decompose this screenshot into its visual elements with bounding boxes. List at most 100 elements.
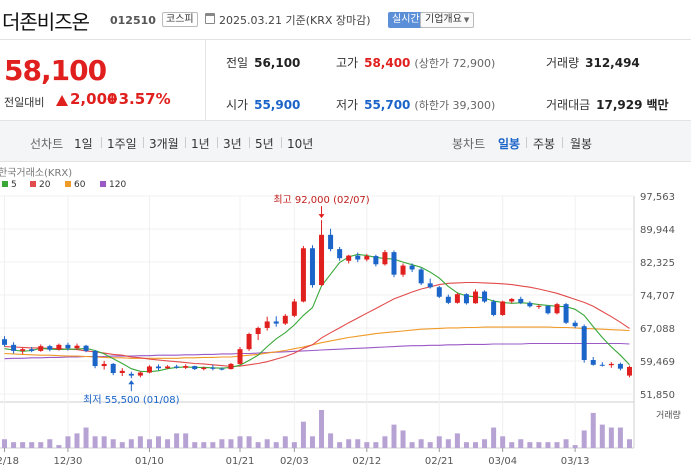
stat-prev: 전일 56,100 — [226, 54, 300, 71]
stat-high: 고가 58,400 (상한가 72,900) — [336, 54, 495, 71]
candle-chart-label: 봉차트 — [452, 137, 486, 151]
volume-bar — [473, 442, 478, 448]
candle-body — [92, 350, 98, 367]
volume-bar — [482, 439, 488, 448]
candle-body — [436, 287, 442, 297]
candle-body — [473, 291, 478, 304]
stat-volume-value: 312,494 — [585, 56, 640, 70]
volume-bar — [391, 424, 397, 448]
chart-grid: 97,563 89,944 82,325 74,707 67,088 59,469 51,8… — [0, 192, 681, 467]
tab-5y[interactable]: 5년 — [255, 135, 274, 152]
volume-bar — [56, 445, 62, 448]
candle-body — [482, 291, 488, 302]
tab-daily[interactable]: 일봉 — [498, 135, 520, 152]
price-stats: 전일 56,100 고가 58,400 (상한가 72,900) 거래량 312,494… — [205, 40, 691, 120]
volume-bar — [581, 430, 587, 448]
tab-monthly[interactable]: 월봉 — [570, 135, 592, 152]
tab-3m[interactable]: 3개월 — [149, 135, 179, 152]
volume-bar — [572, 445, 578, 448]
as-of-date: 2025.03.21 기준(KRX 장마감) — [219, 14, 371, 27]
x-tick-label: 02/21 — [425, 456, 454, 467]
volume-bar — [65, 436, 71, 448]
candle-body — [581, 326, 587, 360]
chart-period-tabs: 선차트 1일 1주일 3개월 1년 3년 5년 10년 봉차트 일봉 주봉 월봉 — [0, 120, 691, 162]
candle-body — [74, 345, 80, 349]
volume-bar — [128, 439, 134, 448]
tab-3y[interactable]: 3년 — [223, 135, 242, 152]
stat-open: 시가 55,900 — [226, 96, 300, 113]
volume-bar — [418, 439, 424, 448]
realtime-button[interactable]: 실시간 — [388, 12, 424, 28]
tab-divider — [217, 137, 218, 148]
tab-divider — [143, 137, 144, 148]
tab-divider — [526, 137, 527, 148]
calendar-icon — [205, 13, 215, 24]
volume-bar — [137, 436, 143, 448]
volume-bar — [427, 442, 433, 448]
candle-body — [29, 349, 35, 351]
candle-body — [445, 296, 451, 303]
tab-1y[interactable]: 1년 — [191, 135, 210, 152]
y-tick-label: 51,850 — [640, 390, 675, 401]
volume-bar — [165, 439, 171, 448]
market-badge: 코스피 — [162, 12, 198, 27]
candle-body — [273, 321, 279, 324]
volume-bar — [373, 442, 379, 448]
tab-1w[interactable]: 1주일 — [107, 135, 137, 152]
candle-body — [56, 344, 62, 350]
tab-1d[interactable]: 1일 — [74, 135, 93, 152]
volume-bar — [210, 442, 216, 448]
low-annotation: 최저 55,500 (01/08) — [83, 394, 179, 406]
volume-bar — [527, 442, 533, 448]
x-tick-label: 02/03 — [280, 456, 309, 467]
candle-body — [346, 255, 352, 261]
tab-divider — [101, 137, 102, 148]
tab-divider — [249, 137, 250, 148]
candle-body — [509, 298, 515, 302]
stat-low-label: 저가 — [336, 98, 359, 112]
volume-bar — [491, 427, 497, 448]
change-label: 전일대비 — [4, 96, 45, 109]
legend-swatch — [65, 181, 71, 187]
volume-bar — [273, 442, 279, 448]
volume-bar — [119, 442, 125, 448]
volume-bar — [183, 433, 189, 448]
candle-body — [246, 334, 252, 350]
candle-body — [300, 248, 306, 302]
candle-body — [83, 345, 89, 351]
candle-body — [527, 302, 533, 307]
change-percent: +3.57% — [106, 90, 171, 108]
volume-bar — [156, 436, 161, 448]
stat-high-value: 58,400 — [364, 56, 411, 70]
volume-bar — [255, 442, 261, 448]
candle-body — [409, 265, 415, 270]
volume-bar — [300, 421, 306, 448]
volume-bar — [328, 433, 334, 448]
candle-body — [319, 234, 325, 286]
candle-body — [355, 255, 361, 260]
volume-bar — [382, 436, 388, 448]
company-info-dropdown[interactable]: 기업개요 ▼ — [420, 12, 475, 28]
candle-body — [364, 256, 370, 260]
volume-bar — [518, 439, 524, 448]
volume-bar — [2, 439, 8, 448]
candle-body — [65, 344, 71, 349]
chevron-down-icon: ▼ — [463, 16, 470, 24]
x-tick-label: 01/10 — [135, 456, 164, 467]
volume-bar — [74, 433, 80, 448]
chart-marks: 최고 92,000 (02/07) 최저 55,500 (01/08) — [2, 194, 632, 448]
candle-body — [192, 366, 198, 370]
candle-body — [328, 234, 334, 250]
volume-bar — [11, 442, 17, 448]
tab-weekly[interactable]: 주봉 — [533, 135, 555, 152]
candle-body — [500, 301, 506, 315]
candle-body — [38, 346, 44, 351]
y-tick-label: 74,707 — [640, 291, 675, 302]
candle-body — [201, 367, 207, 370]
stat-prev-value: 56,100 — [254, 56, 301, 70]
candle-body — [165, 366, 171, 369]
tab-divider — [562, 137, 563, 148]
candle-body — [418, 269, 424, 284]
stat-turnover-value: 17,929 — [596, 98, 643, 112]
tab-10y[interactable]: 10년 — [287, 135, 313, 152]
